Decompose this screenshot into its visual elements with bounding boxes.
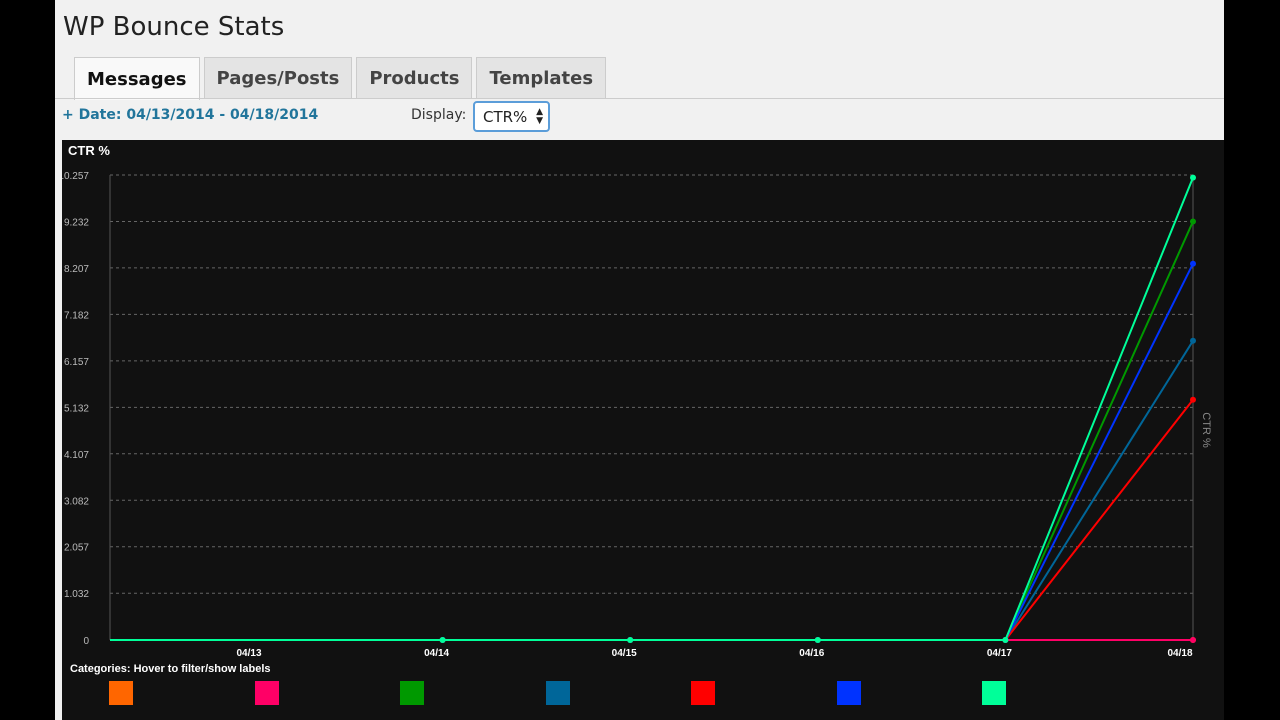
y-tick-label: 5.132 <box>64 403 89 414</box>
chart-title: CTR % <box>68 143 110 158</box>
display-label: Display: <box>411 107 467 123</box>
ctr-chart: CTR % 0 1.032 2.057 3.082 4.107 5.132 6.157 7.18… <box>62 140 1224 720</box>
x-tick-label: 04/18 <box>1167 648 1192 659</box>
series-point <box>627 637 634 643</box>
x-tick-label: 04/14 <box>424 648 449 659</box>
y-tick-label: 1.032 <box>64 589 89 600</box>
series-point <box>1190 396 1196 403</box>
category-swatch[interactable] <box>400 681 424 705</box>
y-tick-label: 4.107 <box>64 450 89 461</box>
y-tick-label: 6.157 <box>64 357 89 368</box>
x-tick-label: 04/17 <box>987 648 1012 659</box>
date-range-toggle[interactable]: + Date: 04/13/2014 - 04/18/2014 <box>62 107 318 123</box>
series-point <box>1190 637 1196 643</box>
y-axis-label: CTR % <box>1200 412 1212 448</box>
series-line <box>110 340 1194 641</box>
y-tick-label: 8.207 <box>64 264 89 275</box>
y-tick-label: 9.232 <box>64 217 89 228</box>
x-tick-label: 04/16 <box>799 648 824 659</box>
series-point <box>1190 174 1196 181</box>
tab-messages[interactable]: Messages <box>74 57 200 100</box>
category-swatch[interactable] <box>836 681 861 705</box>
category-swatch[interactable] <box>691 681 715 705</box>
y-tick-label: 10.257 <box>62 171 89 182</box>
series-line <box>110 399 1194 641</box>
tab-products[interactable]: Products <box>356 57 473 99</box>
series-line <box>110 177 1194 641</box>
tab-templates[interactable]: Templates <box>476 57 607 99</box>
tab-divider <box>55 98 1224 99</box>
category-swatch[interactable] <box>982 681 1006 705</box>
tab-pages-posts[interactable]: Pages/Posts <box>203 57 353 99</box>
x-tick-label: 04/15 <box>612 648 637 659</box>
category-swatch[interactable] <box>545 681 570 705</box>
display-select[interactable]: CTR% ▲ ▼ <box>473 101 550 132</box>
display-select-value: CTR% <box>483 107 528 126</box>
series-point <box>1190 260 1196 267</box>
y-tick-label: 7.182 <box>64 310 89 321</box>
series-point <box>439 637 446 643</box>
y-tick-label: 2.057 <box>64 543 89 554</box>
tab-bar: Messages Pages/Posts Products Templates <box>74 57 607 100</box>
page-title: WP Bounce Stats <box>63 12 285 42</box>
x-tick-label: 04/13 <box>236 648 261 659</box>
category-swatch[interactable] <box>254 681 279 705</box>
categories-hint: Categories: Hover to filter/show labels <box>70 663 271 675</box>
y-tick-label: 3.082 <box>64 496 89 507</box>
category-swatch[interactable] <box>109 681 133 705</box>
y-tick-label: 0 <box>83 636 89 647</box>
series-point <box>814 637 821 643</box>
series-point <box>1190 218 1196 225</box>
chart-svg: CTR % 0 1.032 2.057 3.082 4.107 5.132 6.157 7.18… <box>62 143 1212 659</box>
series-point <box>1002 637 1009 643</box>
series-point <box>1190 337 1196 344</box>
select-arrows-icon: ▲ ▼ <box>536 107 543 126</box>
